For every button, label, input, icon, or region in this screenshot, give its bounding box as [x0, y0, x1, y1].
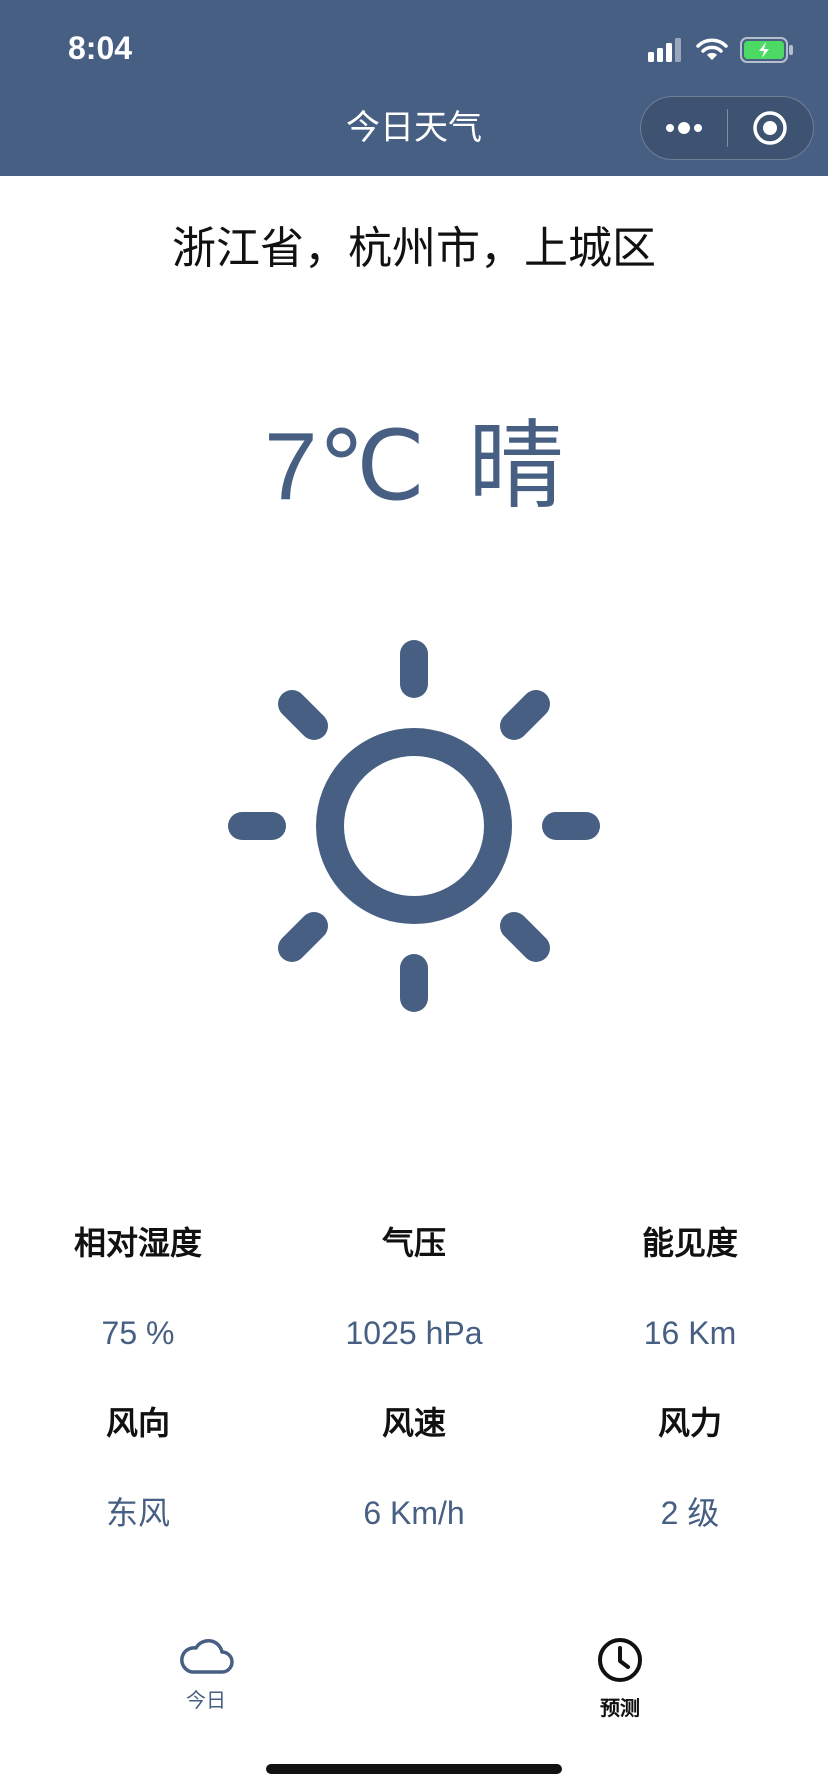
close-button[interactable] [728, 96, 814, 160]
status-icons [648, 34, 794, 66]
stat-humidity: 相对湿度 75 % [0, 1220, 276, 1356]
stat-wind-direction: 风向 东风 [0, 1400, 276, 1536]
cloud-icon [180, 1639, 234, 1674]
wifi-icon [696, 38, 728, 60]
tab-label: 今日 [186, 1688, 226, 1712]
stat-value: 1025 hPa [345, 1315, 483, 1351]
stat-value: 75 % [101, 1315, 175, 1351]
stat-label: 相对湿度 [73, 1224, 202, 1262]
more-dots-icon [665, 122, 702, 134]
stat-value: 2 级 [660, 1495, 720, 1531]
tab-today[interactable]: 今日 [146, 1636, 266, 1713]
tab-bar: 今日 预测 [0, 1620, 828, 1730]
weather-condition: 晴 [467, 413, 564, 520]
stat-label: 风速 [381, 1404, 446, 1442]
weather-stats: 相对湿度 75 % 气压 1025 hPa 能见度 16 Km 风向 东风 风速… [0, 1220, 828, 1580]
weather-screen: 8:04 今日天气 浙江省，杭州市，上城区 7℃ 晴 相对湿度 75 % 气压 … [0, 0, 828, 1792]
home-indicator[interactable] [266, 1764, 562, 1774]
stat-visibility: 能见度 16 Km [552, 1220, 828, 1356]
signal-icon [648, 38, 681, 62]
location-text: 浙江省，杭州市，上城区 [172, 223, 656, 274]
close-target-icon [753, 111, 787, 145]
stat-wind-speed: 风速 6 Km/h [276, 1400, 552, 1536]
stat-label: 能见度 [641, 1224, 738, 1262]
stat-pressure: 气压 1025 hPa [276, 1220, 552, 1356]
battery-icon [740, 37, 793, 63]
stat-value: 16 Km [643, 1315, 737, 1351]
temperature-value: 7℃ [264, 413, 426, 520]
stats-row-2: 风向 东风 风速 6 Km/h 风力 2 级 [0, 1400, 828, 1580]
header: 8:04 今日天气 [0, 0, 828, 176]
clock-icon [598, 1638, 642, 1682]
sun-icon [228, 640, 600, 1012]
mini-program-capsule [640, 96, 814, 160]
stat-label: 气压 [381, 1224, 446, 1262]
stat-wind-force: 风力 2 级 [552, 1400, 828, 1536]
stat-value: 东风 [105, 1495, 170, 1531]
temperature-line: 7℃ 晴 [0, 388, 828, 527]
stats-row-1: 相对湿度 75 % 气压 1025 hPa 能见度 16 Km [0, 1220, 828, 1400]
tab-forecast[interactable]: 预测 [560, 1636, 680, 1721]
more-button[interactable] [641, 96, 727, 160]
stat-value: 6 Km/h [363, 1495, 465, 1531]
tab-label: 预测 [600, 1696, 640, 1720]
stat-label: 风力 [657, 1404, 722, 1442]
status-time: 8:04 [68, 30, 133, 66]
stat-label: 风向 [105, 1404, 170, 1442]
